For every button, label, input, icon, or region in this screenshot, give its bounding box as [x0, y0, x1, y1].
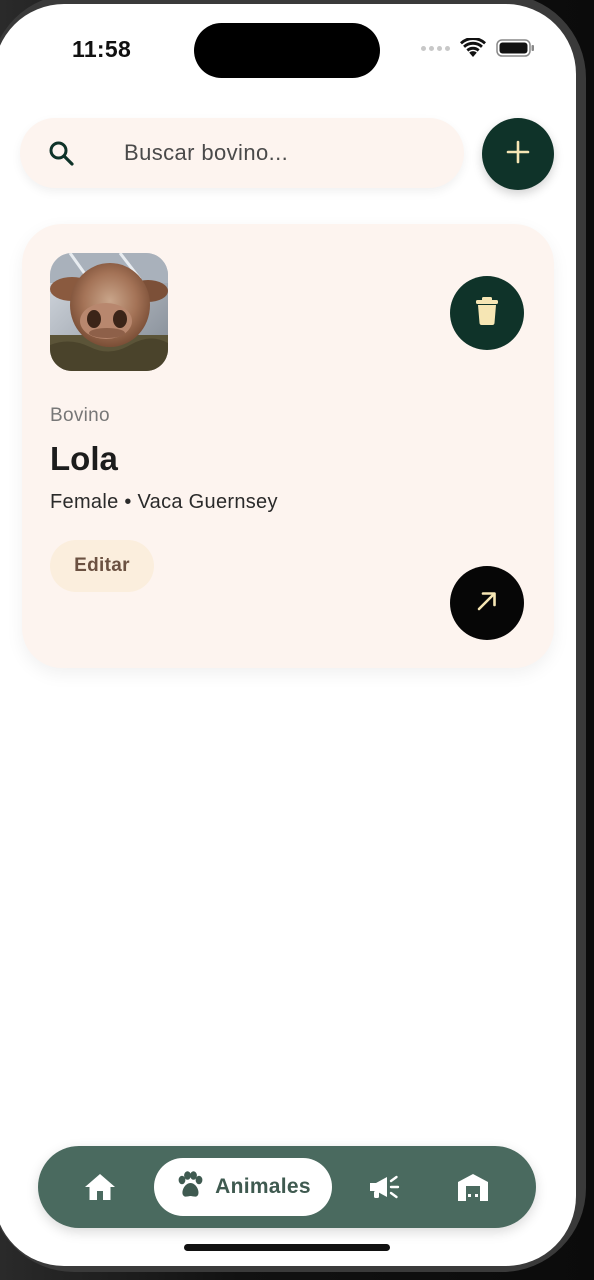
paw-icon — [175, 1170, 205, 1204]
add-animal-button[interactable] — [482, 118, 554, 190]
home-indicator[interactable] — [184, 1244, 390, 1251]
bottom-navigation: Animales — [38, 1146, 536, 1228]
home-icon[interactable] — [84, 1172, 116, 1202]
animal-name: Lola — [50, 440, 118, 477]
delete-button[interactable] — [450, 276, 524, 350]
wifi-icon — [460, 38, 486, 58]
edit-button[interactable]: Editar — [50, 540, 154, 592]
animal-species: Bovino — [50, 405, 110, 426]
search-input[interactable]: Buscar bovino... — [124, 140, 288, 166]
barn-icon[interactable] — [456, 1172, 490, 1202]
megaphone-icon[interactable] — [368, 1173, 402, 1203]
nav-item-label: Animales — [215, 1175, 311, 1198]
search-bar[interactable]: Buscar bovino... — [20, 118, 464, 188]
battery-icon — [496, 38, 536, 58]
animal-details: Female • Vaca Guernsey — [50, 491, 278, 513]
trash-icon — [475, 296, 499, 330]
search-icon — [48, 140, 74, 166]
status-time: 11:58 — [72, 36, 132, 62]
cellular-signal-icon — [421, 45, 450, 51]
arrow-up-right-icon — [476, 590, 498, 617]
animal-card[interactable]: Bovino Lola Female • Vaca Guernsey Edita… — [22, 224, 554, 668]
open-details-button[interactable] — [450, 566, 524, 640]
status-indicators — [421, 38, 536, 58]
app-view: 11:58 Buscar bovino... Bovino Lola Femal… — [0, 4, 576, 1266]
dynamic-island — [194, 23, 380, 78]
plus-icon — [506, 140, 530, 169]
animal-photo — [50, 253, 168, 371]
phone-screen: 11:58 Buscar bovino... Bovino Lola Femal… — [0, 4, 576, 1266]
nav-item-animales[interactable]: Animales — [154, 1158, 332, 1216]
